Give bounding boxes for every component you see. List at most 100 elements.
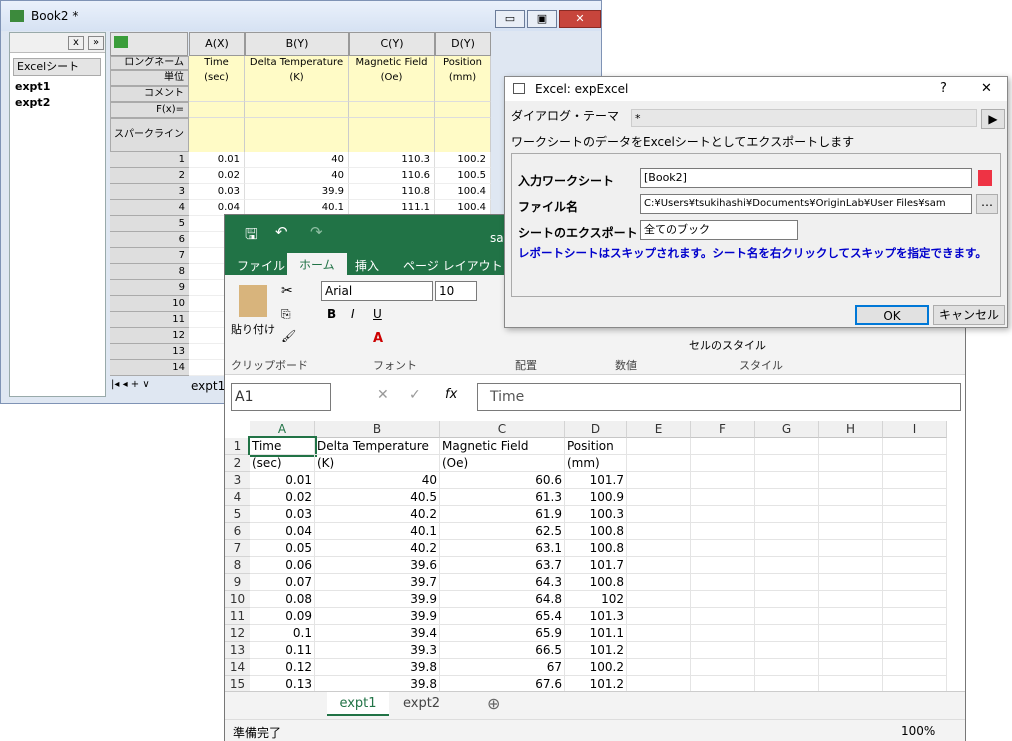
unit-cell[interactable]: (K) [245, 70, 349, 86]
cell[interactable] [627, 489, 691, 506]
cell[interactable] [627, 438, 691, 455]
sparkline-cell[interactable] [245, 118, 349, 152]
cell[interactable]: 101.2 [565, 642, 627, 659]
cell[interactable] [627, 506, 691, 523]
cell[interactable]: 39.3 [315, 642, 440, 659]
cell[interactable]: 39.9 [315, 591, 440, 608]
cell[interactable] [691, 557, 755, 574]
data-cell[interactable]: 40 [245, 168, 349, 184]
file-name-field[interactable]: C:¥Users¥tsukihashi¥Documents¥OriginLab¥… [640, 194, 972, 214]
cell[interactable] [883, 472, 947, 489]
sheet-menu-button[interactable]: ∨ [142, 379, 149, 390]
cell[interactable] [627, 608, 691, 625]
blank-cell[interactable] [245, 102, 349, 118]
cell[interactable] [691, 472, 755, 489]
row-number[interactable]: 5 [110, 216, 189, 232]
excel-tab-expt1[interactable]: expt1 [327, 692, 389, 716]
enter-icon[interactable]: ✓ [409, 387, 421, 403]
redo-icon[interactable]: ↷ [310, 223, 323, 241]
column-header[interactable]: B(Y) [245, 32, 349, 56]
expand-icon[interactable]: » [88, 36, 104, 50]
cell[interactable] [627, 540, 691, 557]
theme-arrow-button[interactable]: ▶ [981, 109, 1005, 129]
cell[interactable] [819, 574, 883, 591]
add-sheet-icon[interactable]: ⊕ [487, 694, 500, 713]
browse-button[interactable]: … [976, 194, 998, 214]
data-cell[interactable]: 0.01 [189, 152, 245, 168]
cell[interactable] [819, 608, 883, 625]
cell[interactable]: (mm) [565, 455, 627, 472]
cell[interactable]: Magnetic Field [440, 438, 565, 455]
data-cell[interactable]: 100.5 [435, 168, 491, 184]
sparkline-cell[interactable] [349, 118, 435, 152]
cell[interactable] [755, 472, 819, 489]
data-cell[interactable]: 100.4 [435, 184, 491, 200]
cell[interactable] [691, 523, 755, 540]
data-cell[interactable]: 110.6 [349, 168, 435, 184]
cell[interactable] [819, 591, 883, 608]
cell[interactable]: 63.7 [440, 557, 565, 574]
cell[interactable]: (Oe) [440, 455, 565, 472]
blank-cell[interactable] [435, 86, 491, 102]
italic-icon[interactable]: I [351, 307, 355, 321]
save-icon[interactable]: 🖫 [245, 224, 258, 249]
cell[interactable] [627, 557, 691, 574]
cell[interactable]: 0.07 [250, 574, 315, 591]
cell[interactable] [755, 438, 819, 455]
cell[interactable]: 39.7 [315, 574, 440, 591]
cell[interactable]: 65.4 [440, 608, 565, 625]
blank-cell[interactable] [349, 102, 435, 118]
cell[interactable] [883, 506, 947, 523]
cell[interactable]: 0.1 [250, 625, 315, 642]
cell[interactable] [883, 438, 947, 455]
sparkline-cell[interactable] [435, 118, 491, 152]
formula-bar[interactable]: Time [477, 383, 961, 411]
data-cell[interactable]: 100.2 [435, 152, 491, 168]
cell[interactable]: Time [248, 436, 317, 457]
long-name-cell[interactable]: Position [435, 56, 491, 70]
cell[interactable] [755, 591, 819, 608]
cell[interactable]: 102 [565, 591, 627, 608]
cell[interactable]: 0.09 [250, 608, 315, 625]
cell[interactable]: 67 [440, 659, 565, 676]
cell[interactable]: 100.8 [565, 540, 627, 557]
column-header[interactable]: I [883, 421, 947, 438]
cell[interactable] [819, 472, 883, 489]
row-header[interactable]: 13 [225, 642, 250, 659]
cell[interactable] [627, 591, 691, 608]
cell[interactable] [755, 557, 819, 574]
cell[interactable] [819, 557, 883, 574]
cell[interactable]: 40 [315, 472, 440, 489]
function-icon[interactable]: fx [445, 387, 457, 402]
cell[interactable]: 64.8 [440, 591, 565, 608]
cancel-icon[interactable]: ✕ [377, 387, 389, 403]
cell[interactable] [883, 523, 947, 540]
cell[interactable] [819, 489, 883, 506]
cell[interactable]: 60.6 [440, 472, 565, 489]
minimize-button[interactable]: ▭ [495, 10, 525, 28]
paste-label[interactable]: 貼り付け [231, 321, 275, 337]
column-header[interactable]: E [627, 421, 691, 438]
cell[interactable]: 100.8 [565, 574, 627, 591]
tab-home[interactable]: ホーム [287, 253, 347, 275]
font-name-box[interactable]: Arial [321, 281, 433, 301]
row-number[interactable]: 9 [110, 280, 189, 296]
cell[interactable]: 100.9 [565, 489, 627, 506]
column-header[interactable]: F [691, 421, 755, 438]
tab-insert[interactable]: 挿入 [355, 257, 379, 275]
cell[interactable]: 100.2 [565, 659, 627, 676]
data-cell[interactable]: 110.8 [349, 184, 435, 200]
row-header[interactable]: 5 [225, 506, 250, 523]
row-header[interactable]: 7 [225, 540, 250, 557]
row-number[interactable]: 6 [110, 232, 189, 248]
cell[interactable]: 0.08 [250, 591, 315, 608]
sparkline-cell[interactable] [189, 118, 245, 152]
row-header[interactable]: 12 [225, 625, 250, 642]
prev-sheet-button[interactable]: ◂ [123, 379, 128, 390]
cell[interactable] [691, 489, 755, 506]
row-header[interactable]: 8 [225, 557, 250, 574]
input-sheet-field[interactable]: [Book2] [640, 168, 972, 188]
unit-cell[interactable]: (sec) [189, 70, 245, 86]
cell[interactable]: 64.3 [440, 574, 565, 591]
row-number[interactable]: 13 [110, 344, 189, 360]
